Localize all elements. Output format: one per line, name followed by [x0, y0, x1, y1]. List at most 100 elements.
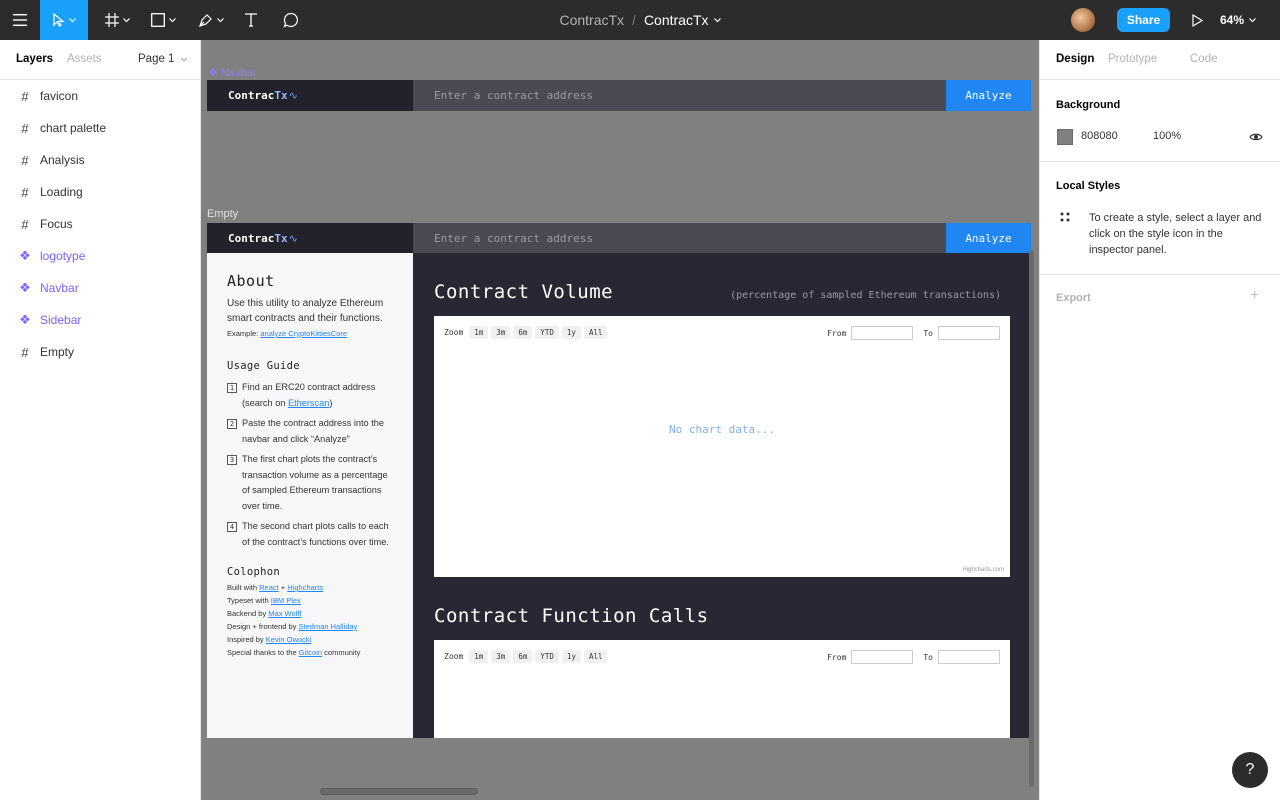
- styles-icon: [1060, 212, 1070, 222]
- react-link[interactable]: React: [259, 583, 279, 592]
- background-opacity-input[interactable]: 100%: [1153, 130, 1181, 142]
- zoom-ytd-button[interactable]: YTD: [535, 650, 559, 663]
- highcharts-credits[interactable]: Highcharts.com: [962, 567, 1004, 573]
- tab-code[interactable]: Code: [1190, 53, 1218, 65]
- analyze-button[interactable]: Analyze: [946, 80, 1031, 111]
- file-name-menu[interactable]: ContracTx: [644, 12, 721, 28]
- layer-item[interactable]: # favicon: [0, 80, 200, 112]
- layer-label: Empty: [40, 345, 75, 359]
- comment-tool-button[interactable]: [280, 0, 302, 40]
- wave-icon: ∿: [288, 232, 298, 245]
- zoom-controls: Zoom 1m 3m 6m YTD 1y All: [444, 650, 608, 663]
- colophon-prefix: Special thanks to the: [227, 647, 299, 657]
- zoom-all-button[interactable]: All: [583, 326, 608, 339]
- canvas[interactable]: ❖ Navbar Contrac Tx ∿ Enter a contract add…: [201, 40, 1039, 800]
- layer-item[interactable]: # chart palette: [0, 112, 200, 144]
- colophon-mid: +: [278, 583, 288, 592]
- rectangle-icon: [150, 13, 165, 27]
- contract-address-input[interactable]: Enter a contract address: [413, 223, 946, 254]
- layer-item[interactable]: # Focus: [0, 208, 200, 240]
- zoom-1y-button[interactable]: 1y: [561, 326, 581, 339]
- highcharts-link[interactable]: Highcharts: [287, 583, 323, 592]
- from-date-input[interactable]: [851, 650, 914, 664]
- shape-tool-button[interactable]: [146, 0, 180, 40]
- present-button[interactable]: [1184, 0, 1210, 40]
- zoom-all-button[interactable]: All: [583, 650, 608, 663]
- divider: [1040, 161, 1280, 162]
- to-date-input[interactable]: [938, 326, 1000, 340]
- layer-item[interactable]: ❖ Sidebar: [0, 304, 200, 336]
- frame-label-empty[interactable]: Empty: [207, 208, 238, 220]
- main-menu-button[interactable]: [0, 0, 40, 40]
- pen-tool-button[interactable]: [194, 0, 228, 40]
- frame-label-navbar[interactable]: ❖ Navbar: [208, 66, 256, 79]
- etherscan-link[interactable]: Etherscan: [288, 398, 329, 408]
- tab-prototype[interactable]: Prototype: [1108, 53, 1157, 65]
- frame-icon: #: [21, 184, 29, 200]
- navbar-instance[interactable]: Contrac Tx ∿ Enter a contract address Anal…: [207, 223, 1031, 254]
- colophon-heading: Colophon: [227, 566, 280, 578]
- layer-label: Focus: [40, 217, 73, 231]
- tab-layers[interactable]: Layers: [16, 53, 53, 65]
- contract-address-input[interactable]: Enter a contract address: [413, 80, 946, 111]
- zoom-6m-button[interactable]: 6m: [513, 650, 533, 663]
- tab-assets[interactable]: Assets: [67, 53, 102, 65]
- local-styles-text: To create a style, select a layer and cl…: [1089, 212, 1262, 256]
- zoom-menu[interactable]: 64%: [1220, 0, 1256, 40]
- contract-volume-chart[interactable]: Zoom 1m 3m 6m YTD 1y All From To No char…: [434, 316, 1010, 577]
- empty-frame[interactable]: About Use this utility to analyze Ethere…: [207, 253, 1031, 738]
- layer-item[interactable]: # Empty: [0, 336, 200, 368]
- layer-item[interactable]: ❖ logotype: [0, 240, 200, 272]
- export-title: Export: [1056, 292, 1091, 304]
- user-avatar[interactable]: [1071, 8, 1095, 32]
- gitcoin-link[interactable]: Gitcoin: [299, 648, 322, 657]
- add-export-icon[interactable]: +: [1250, 287, 1259, 305]
- chart-title: Contract Volume: [434, 281, 614, 303]
- project-name[interactable]: ContracTx: [559, 12, 624, 28]
- component-icon: ❖: [19, 312, 31, 327]
- layer-item[interactable]: # Loading: [0, 176, 200, 208]
- from-label: From: [827, 652, 847, 662]
- tab-design[interactable]: Design: [1056, 53, 1094, 65]
- layer-item[interactable]: ❖ Navbar: [0, 272, 200, 304]
- function-calls-chart[interactable]: Zoom 1m 3m 6m YTD 1y All From To: [434, 640, 1010, 738]
- sidebar-component[interactable]: About Use this utility to analyze Ethere…: [207, 253, 413, 738]
- example-link[interactable]: analyze CryptoKittiesCore: [260, 329, 347, 338]
- navbar-component[interactable]: Contrac Tx ∿ Enter a contract address Anal…: [207, 80, 1031, 111]
- background-title: Background: [1056, 99, 1121, 111]
- zoom-ytd-button[interactable]: YTD: [535, 326, 559, 339]
- kevin-owocki-link[interactable]: Kevin Owocki: [266, 635, 311, 644]
- frame-icon: #: [21, 88, 29, 104]
- text-tool-button[interactable]: [240, 0, 262, 40]
- help-button[interactable]: ?: [1232, 752, 1268, 788]
- zoom-1y-button[interactable]: 1y: [561, 650, 581, 663]
- vertical-scrollbar[interactable]: [1029, 250, 1034, 787]
- zoom-6m-button[interactable]: 6m: [513, 326, 533, 339]
- chart-subtitle: (percentage of sampled Ethereum transact…: [730, 290, 1001, 301]
- from-date-input[interactable]: [851, 326, 914, 340]
- frame-tool-button[interactable]: [100, 0, 134, 40]
- logo-text: Contrac: [228, 232, 275, 245]
- layer-item[interactable]: # Analysis: [0, 144, 200, 176]
- zoom-1m-button[interactable]: 1m: [469, 326, 489, 339]
- share-button[interactable]: Share: [1117, 8, 1170, 32]
- zoom-3m-button[interactable]: 3m: [491, 326, 511, 339]
- zoom-3m-button[interactable]: 3m: [491, 650, 511, 663]
- max-wolff-link[interactable]: Max Wolff: [268, 609, 301, 618]
- hamburger-icon: [13, 14, 27, 26]
- stedman-halliday-link[interactable]: Stedman Halliday: [299, 622, 358, 631]
- page-selector[interactable]: Page 1: [138, 53, 187, 65]
- ibm-plex-link[interactable]: IBM Plex: [271, 596, 301, 605]
- horizontal-scrollbar[interactable]: [320, 788, 478, 795]
- step-number: 4: [227, 522, 237, 532]
- move-tool-button[interactable]: [40, 0, 88, 40]
- background-swatch[interactable]: [1057, 129, 1073, 145]
- wave-icon: ∿: [288, 89, 298, 102]
- analyze-button[interactable]: Analyze: [946, 223, 1031, 254]
- eye-icon[interactable]: [1249, 130, 1263, 144]
- colophon-prefix: Typeset with: [227, 595, 271, 605]
- properties-panel: Design Prototype Code Background 808080 …: [1039, 40, 1280, 800]
- zoom-1m-button[interactable]: 1m: [469, 650, 489, 663]
- background-hex-input[interactable]: 808080: [1081, 130, 1118, 142]
- to-date-input[interactable]: [938, 650, 1000, 664]
